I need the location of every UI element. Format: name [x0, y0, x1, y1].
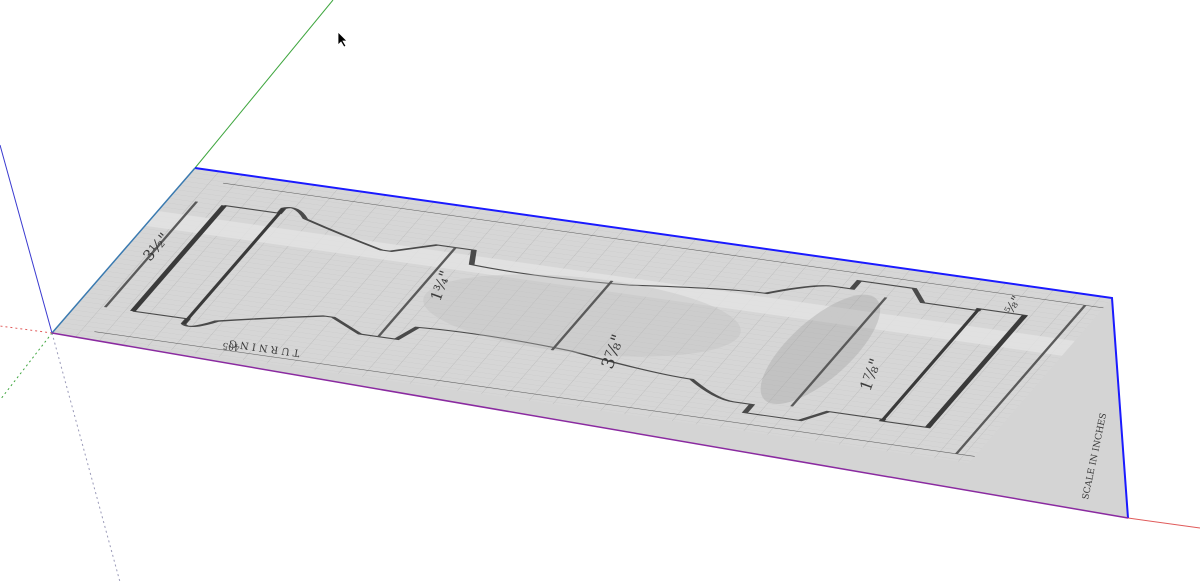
- turning-drawing-face[interactable]: [51, 167, 1129, 519]
- arrow-pointer-icon: [337, 31, 348, 48]
- dashed-green-axis: [0, 332, 53, 401]
- blue-axis: [0, 144, 53, 334]
- dashed-blue-axis: [51, 332, 121, 582]
- 3d-viewport[interactable]: 3½" 1¾" 3⅞" 1⅞" ⅝" T U R N I N G 405 SCA…: [0, 0, 1200, 582]
- model-scene[interactable]: 3½" 1¾" 3⅞" 1⅞" ⅝" T U R N I N G 405 SCA…: [0, 0, 1200, 582]
- green-axis: [194, 0, 334, 169]
- red-axis: [1127, 517, 1200, 529]
- dashed-red-axis: [0, 325, 53, 334]
